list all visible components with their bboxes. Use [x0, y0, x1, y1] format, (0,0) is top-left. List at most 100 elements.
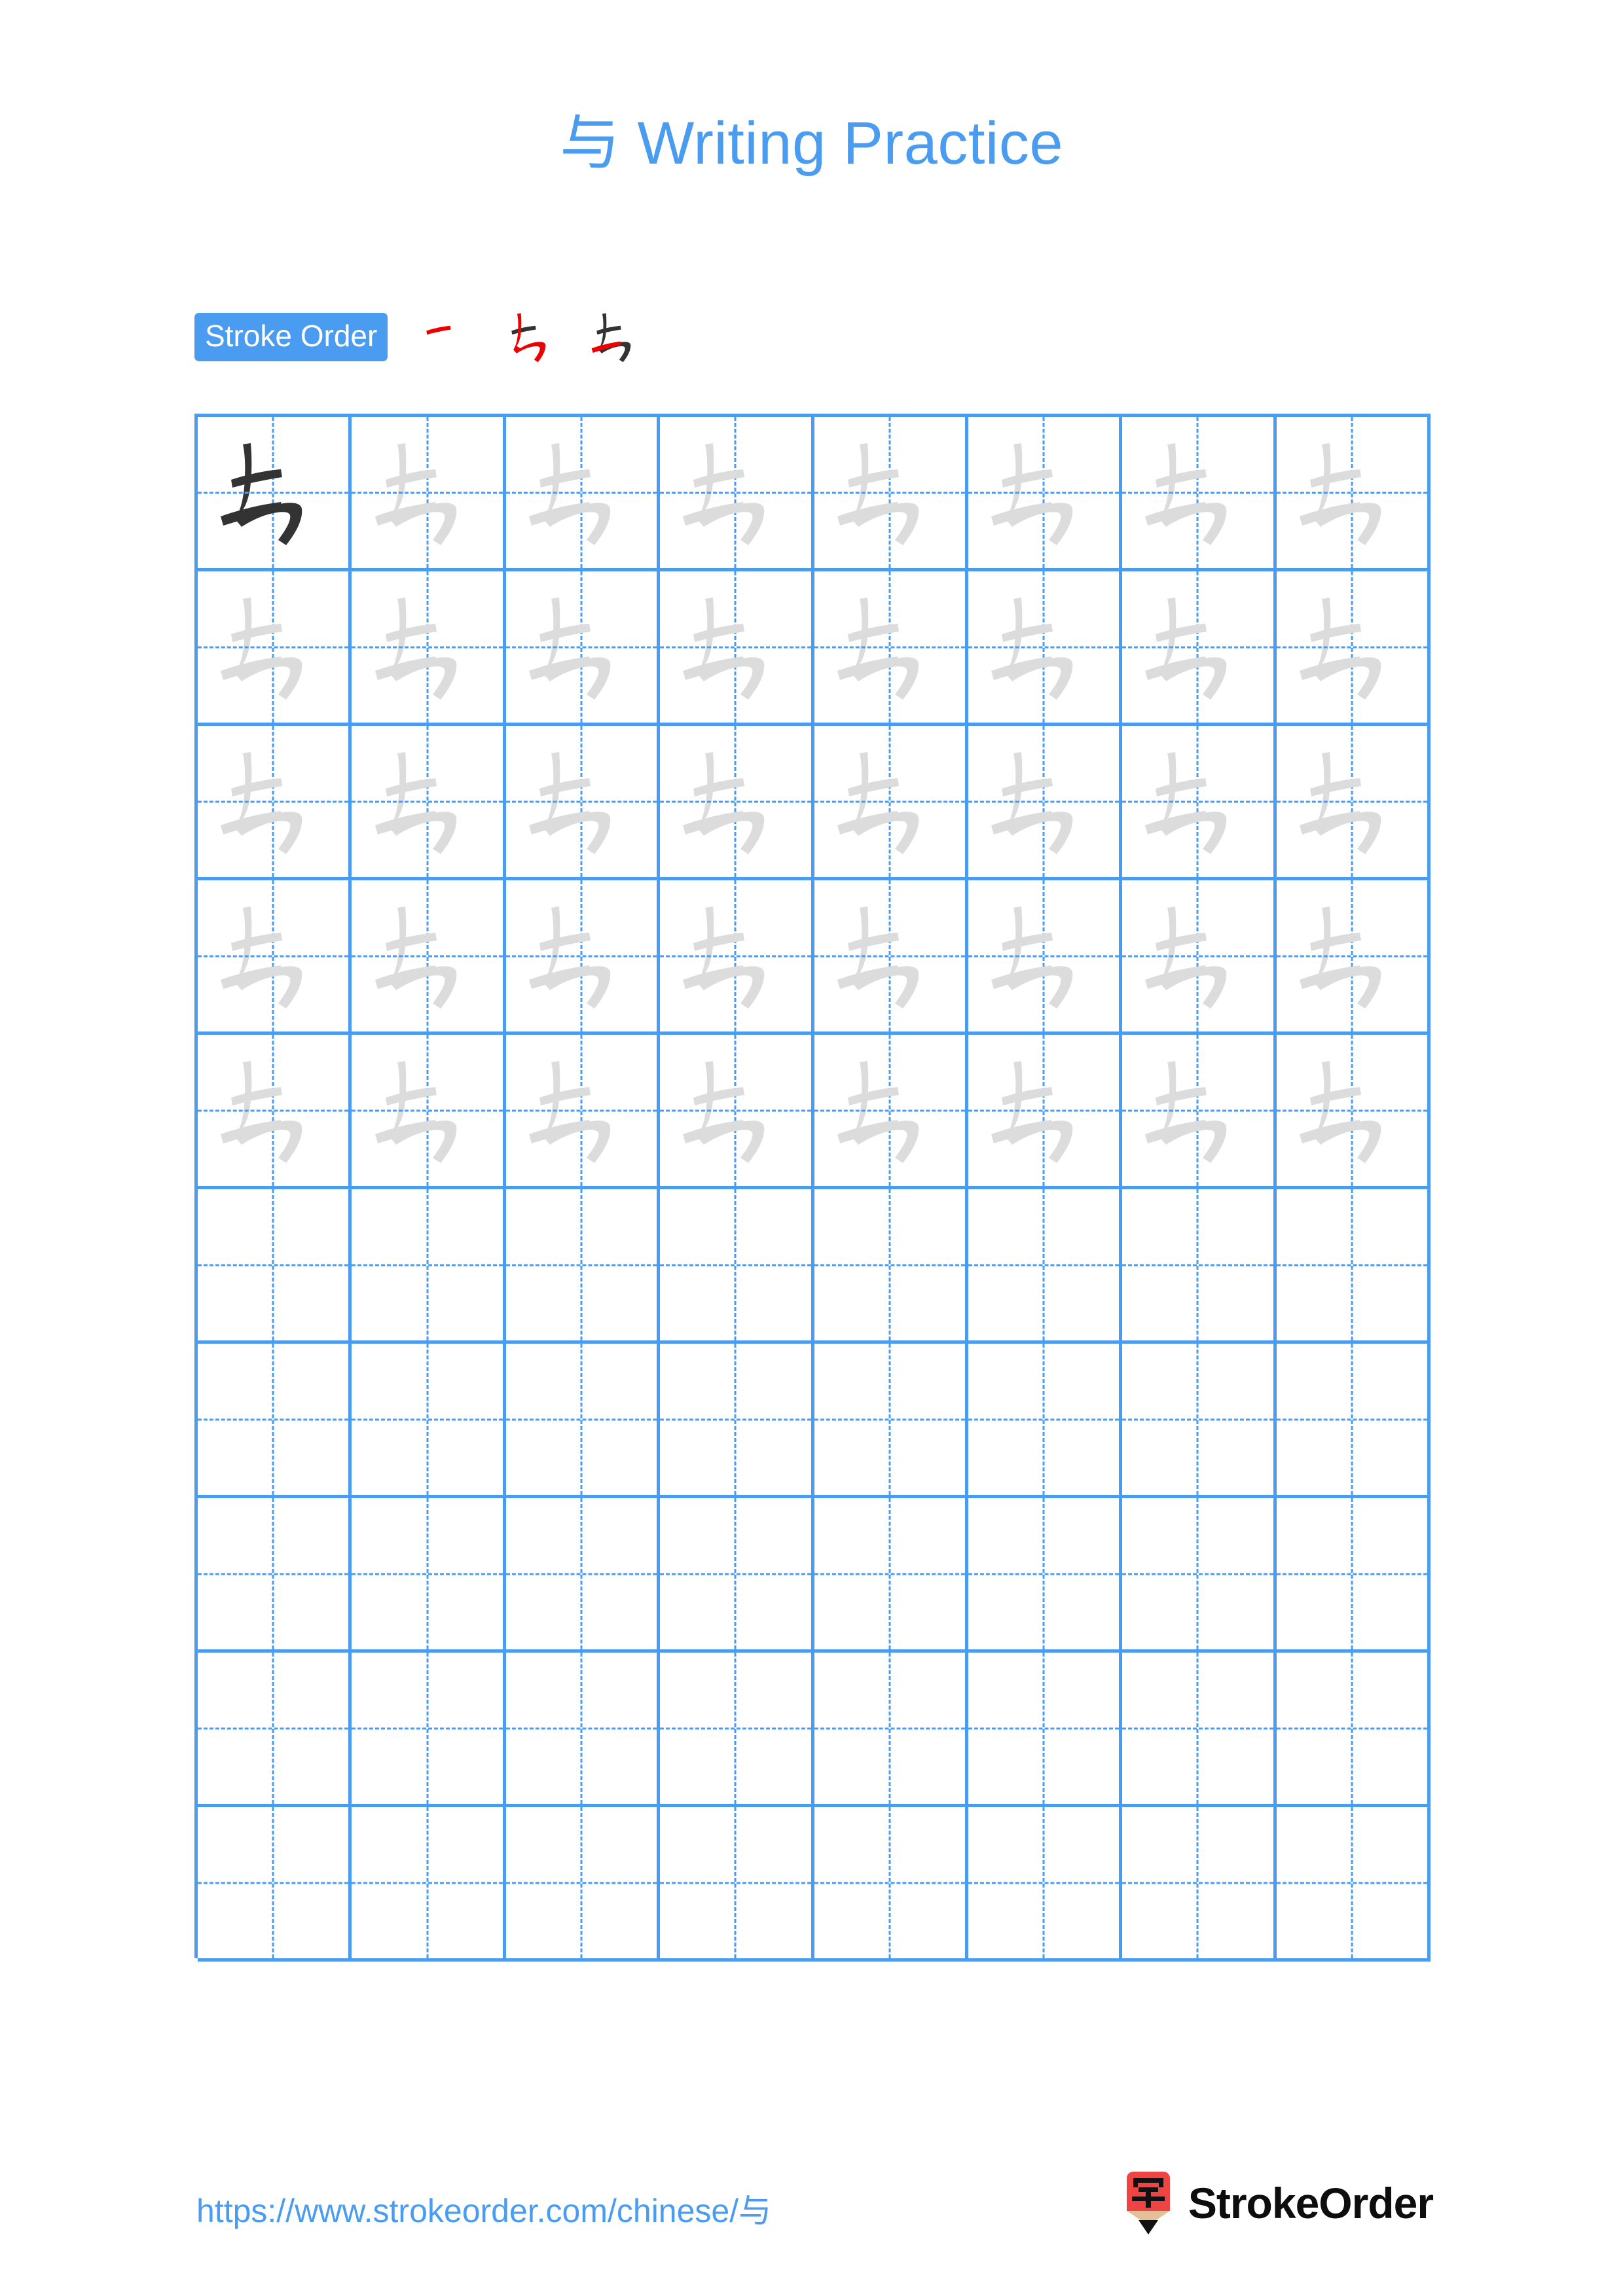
practice-cell-trace[interactable]: [352, 880, 506, 1035]
practice-cell-trace[interactable]: [1276, 1035, 1431, 1189]
practice-cell-blank[interactable]: [352, 1498, 506, 1653]
practice-cell-trace[interactable]: [814, 726, 968, 880]
practice-cell-blank[interactable]: [968, 1189, 1123, 1344]
trace-character: [198, 1035, 348, 1186]
practice-cell-trace[interactable]: [814, 1035, 968, 1189]
practice-cell-blank[interactable]: [660, 1189, 814, 1344]
practice-cell-blank[interactable]: [505, 1807, 661, 1962]
practice-cell-blank[interactable]: [198, 1807, 352, 1962]
practice-cell-trace[interactable]: [1122, 726, 1277, 880]
practice-cell-trace[interactable]: [505, 571, 661, 726]
practice-cell-blank[interactable]: [814, 1807, 968, 1962]
practice-cell-trace[interactable]: [1122, 571, 1277, 726]
practice-cell-trace[interactable]: [814, 880, 968, 1035]
practice-cell-blank[interactable]: [505, 1653, 661, 1807]
practice-cell-blank[interactable]: [1122, 1653, 1277, 1807]
practice-cell-blank[interactable]: [505, 1344, 661, 1498]
practice-cell-trace[interactable]: [660, 571, 814, 726]
practice-cell-trace[interactable]: [505, 726, 661, 880]
practice-cell-blank[interactable]: [352, 1344, 506, 1498]
practice-cell-blank[interactable]: [814, 1498, 968, 1653]
practice-cell-blank[interactable]: [1122, 1807, 1277, 1962]
practice-cell-trace[interactable]: [1276, 417, 1431, 571]
practice-cell-blank[interactable]: [352, 1189, 506, 1344]
practice-cell-trace[interactable]: [505, 417, 661, 571]
practice-cell-trace[interactable]: [198, 1035, 352, 1189]
practice-cell-blank[interactable]: [505, 1498, 661, 1653]
practice-cell-blank[interactable]: [660, 1653, 814, 1807]
practice-cell-trace[interactable]: [198, 571, 352, 726]
practice-cell-blank[interactable]: [1122, 1498, 1277, 1653]
trace-character: [968, 880, 1119, 1031]
trace-character: [1277, 417, 1427, 568]
practice-cell-blank[interactable]: [968, 1807, 1123, 1962]
practice-cell-trace[interactable]: [814, 571, 968, 726]
practice-cell-trace[interactable]: [968, 1035, 1123, 1189]
practice-cell-blank[interactable]: [1276, 1498, 1431, 1653]
practice-cell-trace[interactable]: [352, 726, 506, 880]
practice-cell-trace[interactable]: [352, 571, 506, 726]
practice-cell-blank[interactable]: [352, 1653, 506, 1807]
practice-cell-blank[interactable]: [660, 1498, 814, 1653]
practice-cell-blank[interactable]: [1276, 1807, 1431, 1962]
practice-cell-trace[interactable]: [198, 880, 352, 1035]
practice-cell-trace[interactable]: [968, 880, 1123, 1035]
practice-cell-trace[interactable]: [505, 1035, 661, 1189]
practice-cell-blank[interactable]: [660, 1344, 814, 1498]
footer-url-prefix: https://www.strokeorder.com/chinese/: [196, 2193, 739, 2229]
trace-character: [968, 726, 1119, 877]
practice-cell-trace[interactable]: [968, 417, 1123, 571]
trace-character: [506, 726, 657, 877]
practice-cell-blank[interactable]: [1122, 1189, 1277, 1344]
practice-cell-blank[interactable]: [1276, 1344, 1431, 1498]
practice-cell-blank[interactable]: [968, 1498, 1123, 1653]
practice-cell-blank[interactable]: [814, 1189, 968, 1344]
practice-cell-blank[interactable]: [968, 1653, 1123, 1807]
practice-cell-trace[interactable]: [1122, 1035, 1277, 1189]
trace-character: [968, 417, 1119, 568]
practice-cell-trace[interactable]: [352, 1035, 506, 1189]
practice-cell-trace[interactable]: [1276, 571, 1431, 726]
practice-cell-blank[interactable]: [660, 1807, 814, 1962]
practice-cell-blank[interactable]: [814, 1344, 968, 1498]
practice-cell-blank[interactable]: [1122, 1344, 1277, 1498]
practice-cell-trace[interactable]: [660, 880, 814, 1035]
practice-cell-trace[interactable]: [1276, 726, 1431, 880]
practice-cell-blank[interactable]: [968, 1344, 1123, 1498]
trace-character: [352, 1035, 502, 1186]
pencil-logo-icon: [1123, 2172, 1174, 2234]
practice-cell-blank[interactable]: [505, 1189, 661, 1344]
trace-character: [1277, 880, 1427, 1031]
trace-character: [660, 1035, 811, 1186]
practice-cell-blank[interactable]: [1276, 1653, 1431, 1807]
practice-cell-trace[interactable]: [1122, 880, 1277, 1035]
trace-character: [506, 880, 657, 1031]
practice-cell-blank[interactable]: [198, 1498, 352, 1653]
practice-cell-trace[interactable]: [660, 726, 814, 880]
practice-cell-trace[interactable]: [660, 417, 814, 571]
practice-cell-blank[interactable]: [198, 1344, 352, 1498]
trace-character: [352, 880, 502, 1031]
practice-cell-trace[interactable]: [660, 1035, 814, 1189]
stroke-order-badge: Stroke Order: [194, 313, 388, 361]
practice-cell-trace[interactable]: [352, 417, 506, 571]
practice-cell-trace[interactable]: [198, 726, 352, 880]
practice-cell-blank[interactable]: [352, 1807, 506, 1962]
practice-cell-trace[interactable]: [814, 417, 968, 571]
practice-cell-trace[interactable]: [505, 880, 661, 1035]
footer-url[interactable]: https://www.strokeorder.com/chinese/与: [196, 2185, 771, 2232]
trace-character: [506, 571, 657, 723]
practice-cell-blank[interactable]: [198, 1189, 352, 1344]
practice-cell-trace[interactable]: [1276, 880, 1431, 1035]
practice-cell-trace[interactable]: [1122, 417, 1277, 571]
practice-cell-blank[interactable]: [814, 1653, 968, 1807]
practice-cell-trace[interactable]: [968, 726, 1123, 880]
stroke-order-section: Stroke Order: [194, 308, 648, 367]
practice-cell-trace[interactable]: [968, 571, 1123, 726]
practice-grid: [194, 414, 1431, 1962]
practice-cell-blank[interactable]: [198, 1653, 352, 1807]
trace-character: [1122, 880, 1273, 1031]
practice-cell-blank[interactable]: [1276, 1189, 1431, 1344]
trace-character: [968, 1035, 1119, 1186]
practice-cell-model[interactable]: [198, 417, 352, 571]
